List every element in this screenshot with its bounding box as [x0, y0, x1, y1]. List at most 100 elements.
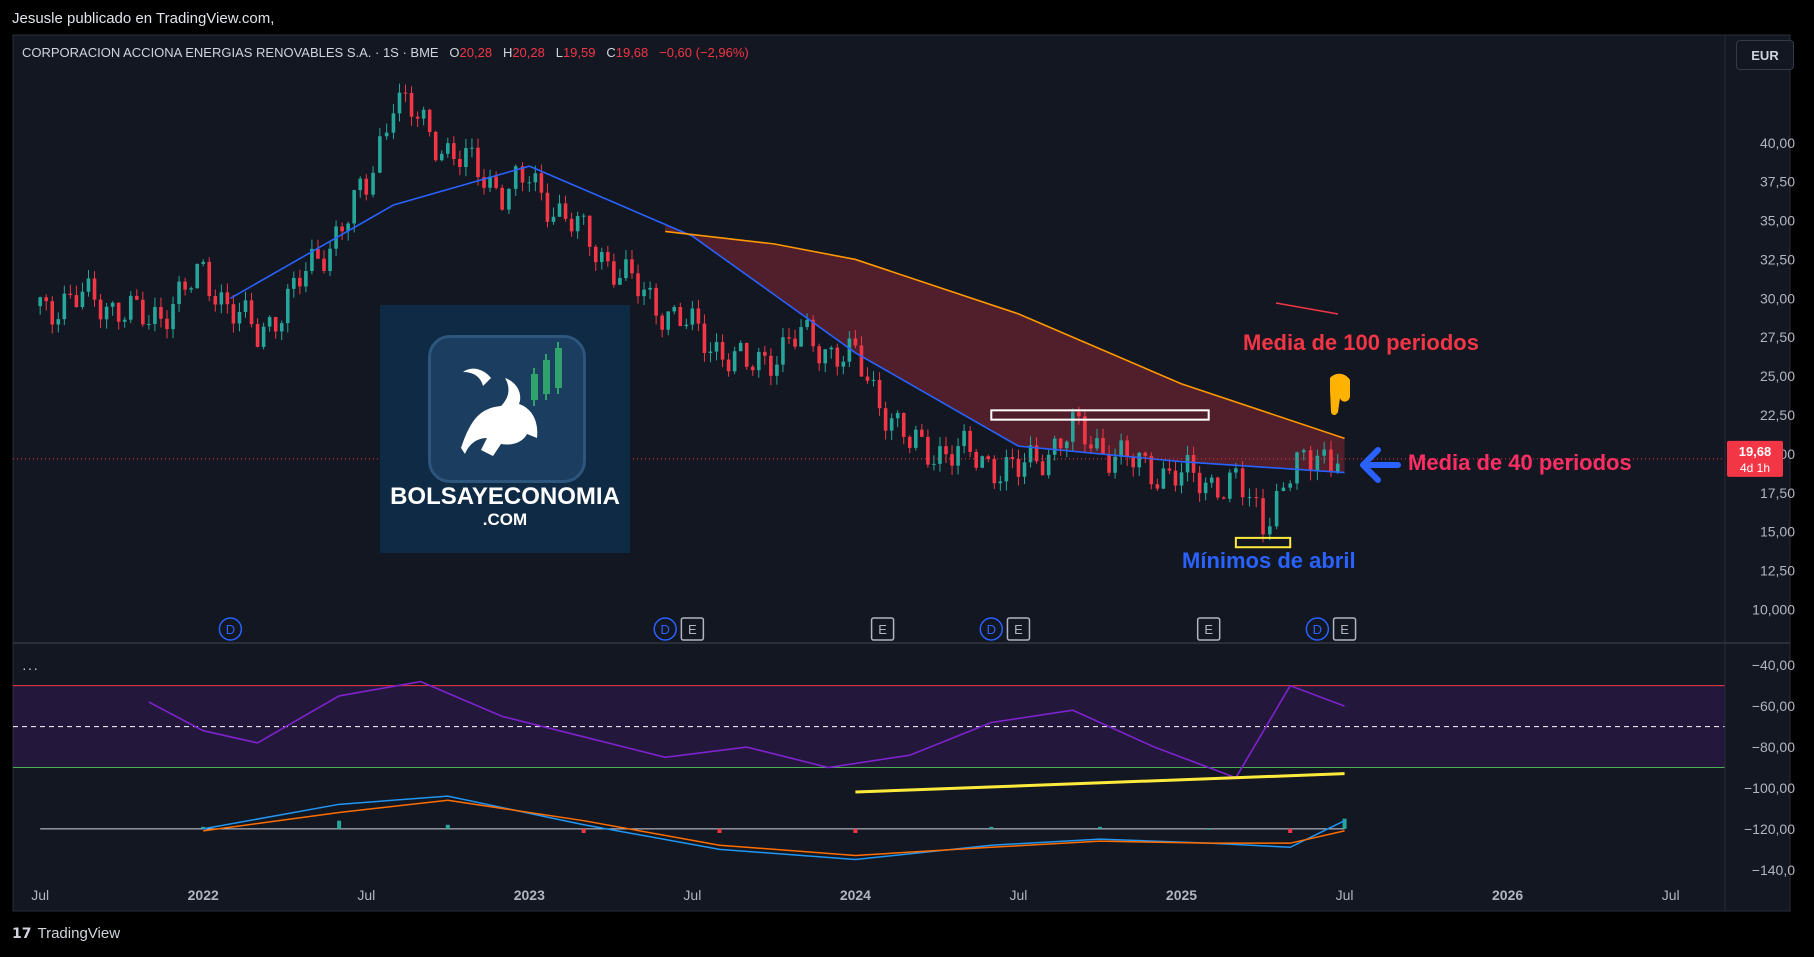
symbol-legend[interactable]: CORPORACION ACCIONA ENERGIAS RENOVABLES …	[22, 45, 749, 60]
candle-body	[1058, 438, 1063, 449]
candle-body	[835, 347, 840, 367]
candle-body	[944, 446, 948, 455]
candle-body	[618, 278, 622, 285]
candle-body	[744, 342, 749, 367]
event-marker-label: E	[878, 622, 887, 637]
candle-body	[128, 295, 133, 320]
candle-body	[1221, 497, 1226, 499]
candle-body	[726, 359, 731, 372]
candle-body	[134, 295, 139, 300]
candle-body	[545, 192, 550, 222]
price-axis-tick-label: 12,50	[1760, 563, 1795, 579]
candle-body	[171, 304, 175, 330]
candle-body	[889, 418, 894, 431]
high-label: H	[502, 45, 513, 60]
candle-body	[292, 277, 296, 289]
candle-body	[1046, 454, 1051, 476]
time-axis-tick-label: Jul	[357, 887, 375, 903]
candle-body	[1268, 526, 1272, 535]
candle-body	[708, 351, 713, 353]
time-axis-tick-label: 2023	[514, 887, 545, 903]
event-marker-label: E	[1014, 622, 1023, 637]
chart-canvas: 40,00 37,50 35,00 32,50 30,00 27,50 25,00 22,50…	[12, 34, 1795, 912]
candle-body	[1040, 461, 1045, 476]
candle-body	[642, 289, 646, 297]
publisher-text: Jesusle publicado en TradingView.com,	[12, 10, 275, 27]
candle-body	[86, 278, 91, 292]
rsi-axis-tick-label: −100,00	[1744, 780, 1795, 796]
candle-body	[684, 324, 689, 327]
bull-icon	[428, 335, 586, 483]
candle-body	[853, 338, 858, 346]
candle-body	[298, 277, 302, 287]
candle-body	[147, 324, 151, 326]
candle-body	[1004, 457, 1009, 482]
macd-histogram-bar	[1097, 826, 1102, 829]
candle-body	[358, 178, 363, 191]
candle-body	[865, 376, 870, 381]
candle-body	[817, 346, 821, 364]
candle-body	[1261, 498, 1265, 535]
candle-body	[841, 361, 846, 367]
candle-body	[829, 347, 834, 350]
candle-body	[763, 351, 767, 356]
candle-body	[877, 379, 882, 409]
candle-body	[92, 278, 97, 300]
candle-body	[551, 216, 556, 222]
candle-body	[403, 92, 408, 94]
footer-brand[interactable]: 𝟭𝟳 TradingView	[12, 925, 120, 942]
rsi-axis-tick-label: −120,00	[1744, 821, 1795, 837]
rsi-axis-tick-label: −140,0	[1752, 862, 1795, 878]
pane-menu-icon[interactable]: ···	[22, 660, 39, 676]
candle-body	[1089, 444, 1093, 449]
candle-body	[56, 319, 61, 325]
candle-body	[1197, 472, 1202, 494]
time-axis-tick-label: Jul	[1010, 887, 1028, 903]
candle-body	[1149, 455, 1154, 485]
candle-body	[793, 338, 797, 347]
event-marker-label: D	[987, 622, 996, 637]
macd-histogram-bar	[989, 826, 994, 829]
candle-body	[1247, 497, 1252, 499]
candle-body	[1179, 472, 1184, 486]
event-marker-label: E	[688, 622, 697, 637]
price-axis-tick-label: 15,00	[1760, 524, 1795, 540]
price-axis-tick-label: 40,00	[1760, 135, 1795, 151]
candle-body	[98, 299, 103, 320]
candle-body	[189, 288, 193, 290]
currency-button[interactable]: EUR	[1736, 40, 1794, 70]
candle-body	[938, 446, 942, 464]
candle-body	[660, 315, 664, 330]
open-label: O	[449, 45, 460, 60]
ma40-annotation: Media de 40 periodos	[1408, 450, 1632, 475]
candle-body	[322, 258, 326, 271]
candle-body	[1185, 454, 1190, 473]
candle-body	[714, 342, 719, 352]
macd-histogram-bar	[445, 824, 450, 829]
candle-body	[557, 203, 562, 217]
candle-body	[452, 143, 456, 159]
ma100-annotation: Media de 100 periodos	[1243, 330, 1479, 355]
candle-body	[581, 215, 586, 217]
rsi-axis-tick-label: −40,00	[1752, 657, 1795, 673]
candle-body	[74, 295, 79, 308]
candle-body	[630, 259, 634, 274]
candle-body	[352, 190, 356, 224]
candle-body	[901, 412, 906, 437]
candle-body	[1107, 454, 1111, 473]
candle-body	[1167, 468, 1172, 471]
candle-body	[1240, 468, 1245, 498]
candle-body	[231, 304, 236, 324]
candle-body	[261, 326, 266, 347]
event-marker-label: E	[1340, 622, 1349, 637]
candle-body	[1234, 468, 1238, 473]
candle-body	[116, 302, 121, 322]
candle-body	[50, 301, 55, 325]
candle-body	[201, 261, 206, 264]
candle-body	[926, 436, 930, 465]
candle-body	[378, 136, 382, 173]
logo-main-text: BOLSAYECONOMIA	[390, 483, 620, 510]
macd-histogram-bar	[853, 828, 858, 833]
candle-body	[575, 216, 580, 232]
candle-body	[397, 92, 402, 114]
